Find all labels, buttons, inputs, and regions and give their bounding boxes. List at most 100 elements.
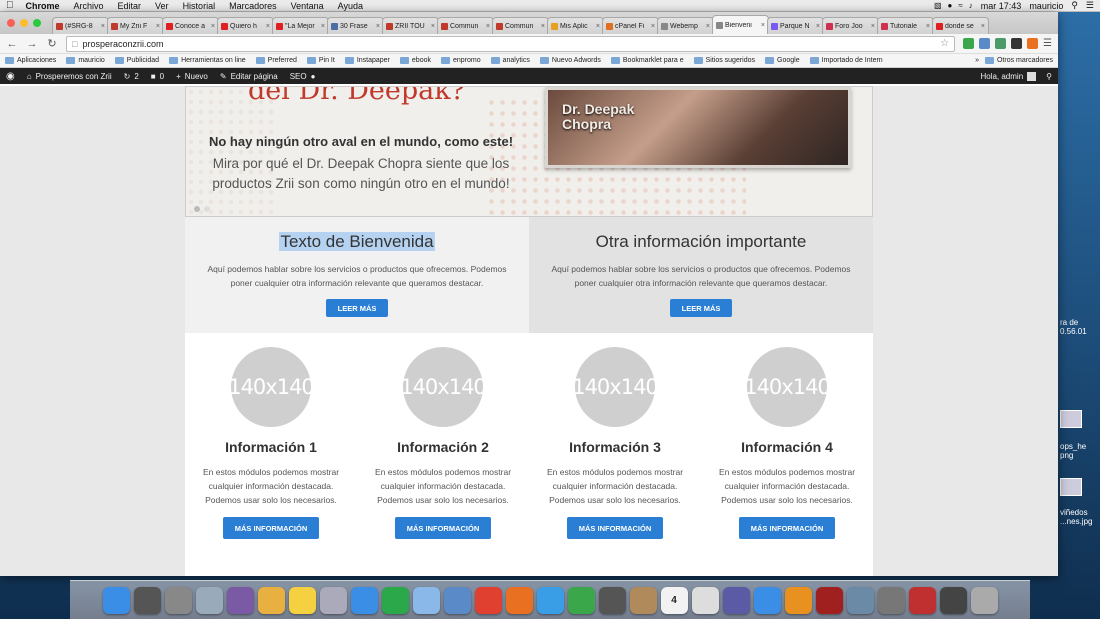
forward-arrow-icon[interactable]: → [26,38,38,50]
close-tab-icon[interactable]: × [706,23,710,30]
read-more-button[interactable]: LEER MÁS [325,299,389,317]
admin-updates[interactable]: ↻ 2 [124,72,139,81]
bookmark-item[interactable]: Publicidad [114,57,159,64]
app-store-icon[interactable] [350,586,378,614]
browser-tab[interactable]: 30 Frase × [327,17,384,34]
close-window-icon[interactable] [7,19,15,27]
contacts-icon[interactable] [629,586,657,614]
slider-pager-dot[interactable] [194,206,200,212]
bookmark-item[interactable]: Aplicaciones [5,57,56,64]
browser-tab[interactable]: Foro Joo × [822,17,879,34]
close-tab-icon[interactable]: × [761,22,765,29]
photoshop-icon[interactable] [908,586,936,614]
other-bookmarks[interactable]: Otros marcadores [984,57,1053,64]
admin-account[interactable]: Hola, admin [980,71,1037,81]
desktop-file-thumb[interactable] [1060,478,1082,496]
browser-tab[interactable]: Tutoriale × [877,17,934,34]
volume-icon[interactable]: ♪ [969,1,973,10]
admin-edit-page[interactable]: ✎ Editar página [220,72,278,81]
menu-chrome[interactable]: Chrome [26,1,60,11]
address-bar[interactable]: □ prosperaconzrii.com ☆ [66,35,956,52]
evernote-icon[interactable] [567,586,595,614]
apple-menu-icon[interactable]:  [6,0,14,11]
textedit-icon[interactable] [257,586,285,614]
read-more-button[interactable]: LEER MÁS [669,299,733,317]
close-tab-icon[interactable]: × [156,23,160,30]
more-info-button[interactable]: MÁS INFORMACIÓN [738,517,836,539]
wifi-icon[interactable]: ≈ [958,1,962,10]
admin-search-icon[interactable]: ⚲ [1046,72,1052,81]
close-tab-icon[interactable]: × [486,23,490,30]
browser-tab[interactable]: Bienveni × [712,15,769,34]
close-tab-icon[interactable]: × [871,23,875,30]
browser-tab[interactable]: Parque N × [767,17,824,34]
admin-seo[interactable]: SEO ● [290,72,316,81]
user-menu[interactable]: mauricio [1029,1,1063,11]
close-tab-icon[interactable]: × [596,23,600,30]
google-drive-icon[interactable] [381,586,409,614]
finder-icon[interactable] [102,586,130,614]
preview-icon[interactable] [195,586,223,614]
bookmark-item[interactable]: ebook [399,57,431,64]
overflow-chevron-icon[interactable]: » [975,57,979,64]
bookmark-item[interactable]: Bookmarklet para e [610,57,684,64]
launchpad-icon[interactable] [164,586,192,614]
bookmark-item[interactable]: Google [765,57,800,64]
extension-icon[interactable] [979,38,991,49]
bookmark-item[interactable]: Instapaper [344,57,390,64]
browser-tab[interactable]: cPanel Fi × [602,17,659,34]
admin-comments[interactable]: ■ 0 [151,72,164,81]
browser-tab[interactable]: Commun × [437,17,494,34]
photo-booth-icon[interactable] [815,586,843,614]
bookmark-item[interactable]: Importado de Intern [809,57,883,64]
mail-icon[interactable] [412,586,440,614]
dropbox-icon[interactable]: ▧ [934,1,942,10]
mission-control-icon[interactable] [133,586,161,614]
close-tab-icon[interactable]: × [926,23,930,30]
browser-tab[interactable]: ZRII TOU × [382,17,439,34]
system-preferences-icon[interactable] [877,586,905,614]
bookmark-item[interactable]: Sitios sugeridos [693,57,755,64]
firefox-icon[interactable] [505,586,533,614]
chrome-icon[interactable] [474,586,502,614]
menu-ventana[interactable]: Ventana [291,1,324,11]
more-info-button[interactable]: MÁS INFORMACIÓN [394,517,492,539]
script-icon[interactable] [939,586,967,614]
browser-tab[interactable]: Quiero h × [217,17,274,34]
browser-tab[interactable]: (#SRG-8 × [52,17,109,34]
bookmark-star-icon[interactable]: ☆ [940,38,949,49]
trash-icon[interactable] [970,586,998,614]
close-tab-icon[interactable]: × [211,23,215,30]
desktop-file-label[interactable]: ops_he png [1060,442,1100,460]
itunes-store-icon[interactable] [443,586,471,614]
spotlight-icon[interactable]: ⚲ [1071,0,1078,11]
bookmark-item[interactable]: mauricio [66,57,105,64]
bookmark-item[interactable]: Preferred [255,57,297,64]
more-info-button[interactable]: MÁS INFORMACIÓN [222,517,320,539]
clock[interactable]: mar 17:43 [981,1,1022,11]
stickies-icon[interactable] [288,586,316,614]
close-tab-icon[interactable]: × [981,23,985,30]
desktop-file-label[interactable]: ra de 0.56.01 [1060,318,1100,336]
menu-marcadores[interactable]: Marcadores [229,1,277,11]
minimize-window-icon[interactable] [20,19,28,27]
browser-tab[interactable]: "La Mejor × [272,17,329,34]
bell-icon[interactable]: ● [948,1,953,10]
ibooks-icon[interactable] [226,586,254,614]
close-tab-icon[interactable]: × [651,23,655,30]
menu-editar[interactable]: Editar [118,1,142,11]
photos-icon[interactable] [319,586,347,614]
bookmark-item[interactable]: Pin It [306,57,335,64]
notification-center-icon[interactable]: ☰ [1086,0,1094,11]
reminders-icon[interactable] [691,586,719,614]
close-tab-icon[interactable]: × [431,23,435,30]
image-capture-icon[interactable] [846,586,874,614]
close-tab-icon[interactable]: × [266,23,270,30]
reload-icon[interactable]: ↻ [46,37,58,50]
menu-ayuda[interactable]: Ayuda [338,1,363,11]
browser-tab[interactable]: My Zrii F × [107,17,164,34]
extension-icon[interactable] [995,38,1007,49]
zoom-window-icon[interactable] [33,19,41,27]
bookmark-item[interactable]: Herramientas on line [169,57,246,64]
itunes-icon[interactable] [753,586,781,614]
